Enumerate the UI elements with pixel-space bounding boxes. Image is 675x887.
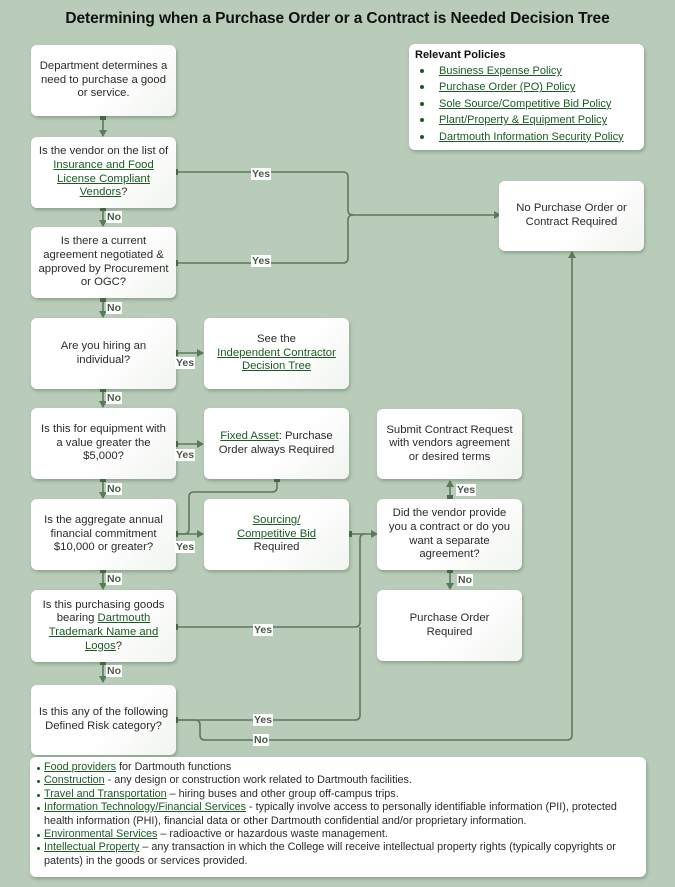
policy-item: Dartmouth Information Security Policy	[415, 129, 638, 145]
link-sourcing-competitive-bid[interactable]: Sourcing/ Competitive Bid	[237, 514, 316, 540]
node-independent-contractor: See the Independent Contractor Decision T…	[204, 318, 349, 389]
node-start-text: Department determines a need to purchase…	[39, 60, 168, 100]
node-q-agreement: Is there a current agreement negotiated …	[31, 227, 176, 298]
risk-item: Information Technology/Financial Service…	[36, 801, 640, 828]
node-sourcing: Sourcing/ Competitive Bid Required	[204, 499, 349, 570]
label-no-equipment: No	[106, 483, 122, 495]
label-yes-aggregate: Yes	[175, 541, 196, 553]
link-fixed-asset[interactable]: Fixed Asset	[220, 430, 278, 442]
link-information-security-policy[interactable]: Dartmouth Information Security Policy	[439, 131, 624, 143]
label-no-aggregate: No	[106, 573, 122, 585]
risk-item: Construction - any design or constructio…	[36, 774, 640, 787]
label-yes-defined-risk: Yes	[253, 714, 274, 726]
link-insurance-food-vendors[interactable]: Insurance and Food License Compliant Ven…	[53, 159, 154, 198]
defined-risk-panel: Food providers for Dartmouth functions C…	[30, 757, 646, 877]
node-po-required: Purchase Order Required	[377, 590, 522, 661]
risk-item: Intellectual Property – any transaction …	[36, 841, 640, 868]
label-no-individual: No	[106, 392, 122, 404]
label-yes-vendor-list: Yes	[251, 168, 272, 180]
policy-item: Purchase Order (PO) Policy	[415, 79, 638, 95]
risk-desc: for Dartmouth functions	[116, 761, 232, 773]
q-individual-text: Are you hiring an individual?	[60, 339, 147, 366]
risk-desc: – hiring buses and other group off-campu…	[166, 787, 399, 800]
link-food-providers[interactable]: Food providers	[44, 761, 116, 773]
node-q-equipment: Is this for equipment with a value great…	[31, 408, 176, 479]
po-required-text: Purchase Order Required	[409, 611, 490, 638]
link-independent-contractor-tree[interactable]: Independent Contractor Decision Tree	[217, 347, 336, 373]
sourcing-text: Required	[253, 541, 300, 554]
q-agreement-text: Is there a current agreement negotiated …	[38, 235, 169, 289]
relevant-policies-heading: Relevant Policies	[415, 49, 506, 61]
relevant-policies-panel: Relevant Policies Business Expense Polic…	[409, 44, 644, 150]
label-no-defined-risk: No	[253, 734, 269, 746]
risk-item: Travel and Transportation – hiring buses…	[36, 788, 640, 801]
risk-desc: – radioactive or hazardous waste managem…	[157, 828, 388, 841]
q-vendor-contract-text: Did the vendor provide you a contract or…	[388, 507, 511, 561]
risk-item: Environmental Services – radioactive or …	[36, 828, 640, 841]
no-po-text: No Purchase Order or Contract Required	[516, 202, 627, 228]
risk-desc: - any design or construction work relate…	[104, 774, 412, 787]
node-q-defined-risk: Is this any of the following Defined Ris…	[31, 685, 176, 755]
node-no-po-required: No Purchase Order or Contract Required	[499, 181, 644, 251]
node-q-vendor-contract: Did the vendor provide you a contract or…	[377, 499, 522, 570]
link-it-financial-services[interactable]: Information Technology/Financial Service…	[44, 801, 246, 813]
node-q-trademark: Is this purchasing goods bearing Dartmou…	[31, 590, 176, 662]
independent-contractor-text: See the	[257, 333, 296, 346]
q-trademark-suffix: ?	[115, 639, 123, 652]
link-intellectual-property[interactable]: Intellectual Property	[44, 841, 139, 853]
q-vendor-list-text: Is the vendor on the list of	[38, 145, 169, 158]
q-equipment-text: Is this for equipment with a value great…	[41, 423, 166, 463]
risk-item: Food providers for Dartmouth functions	[36, 761, 640, 774]
page-title: Determining when a Purchase Order or a C…	[65, 10, 610, 27]
policy-item: Sole Source/Competitive Bid Policy	[415, 96, 638, 112]
label-yes-individual: Yes	[175, 357, 196, 369]
label-no-vendor-list: No	[106, 211, 122, 223]
node-start: Department determines a need to purchase…	[31, 45, 176, 116]
node-submit-contract: Submit Contract Request with vendors agr…	[377, 409, 522, 479]
label-no-trademark: No	[106, 665, 122, 677]
label-yes-trademark: Yes	[253, 624, 274, 636]
label-yes-agreement: Yes	[251, 255, 272, 267]
node-q-aggregate: Is the aggregate annual financial commit…	[31, 499, 176, 570]
node-fixed-asset: Fixed Asset: Purchase Order always Requi…	[204, 408, 349, 479]
label-yes-vendor-contract: Yes	[456, 484, 477, 496]
node-q-individual: Are you hiring an individual?	[31, 318, 176, 389]
label-no-agreement: No	[106, 302, 122, 314]
link-plant-property-policy[interactable]: Plant/Property & Equipment Policy	[439, 114, 607, 126]
link-construction[interactable]: Construction	[44, 774, 105, 786]
q-defined-risk-text: Is this any of the following Defined Ris…	[38, 706, 169, 732]
link-travel-transportation[interactable]: Travel and Transportation	[44, 788, 167, 800]
link-business-expense-policy[interactable]: Business Expense Policy	[439, 65, 562, 77]
link-sole-source-policy[interactable]: Sole Source/Competitive Bid Policy	[439, 98, 611, 110]
policy-item: Business Expense Policy	[415, 63, 638, 79]
policy-item: Plant/Property & Equipment Policy	[415, 112, 638, 128]
policy-list: Business Expense Policy Purchase Order (…	[415, 63, 638, 145]
q-aggregate-text: Is the aggregate annual financial commit…	[44, 514, 163, 554]
node-q-vendor-list: Is the vendor on the list of Insurance a…	[31, 137, 176, 208]
link-environmental-services[interactable]: Environmental Services	[44, 828, 157, 840]
link-purchase-order-policy[interactable]: Purchase Order (PO) Policy	[439, 81, 575, 93]
label-no-vendor-contract: No	[457, 574, 473, 586]
label-yes-equipment: Yes	[175, 449, 196, 461]
risk-category-list: Food providers for Dartmouth functions C…	[36, 761, 640, 868]
edge-defined-risk-yes	[176, 627, 361, 721]
q-vendor-list-suffix: ?	[121, 186, 128, 199]
submit-contract-text: Submit Contract Request with vendors agr…	[386, 423, 513, 463]
